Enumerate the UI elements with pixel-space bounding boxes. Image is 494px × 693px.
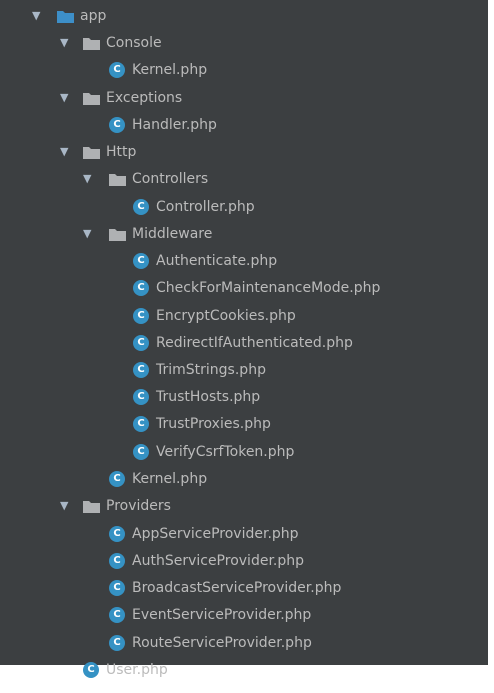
expanded-arrow-icon[interactable]: ▼ — [60, 37, 72, 49]
expanded-arrow-icon[interactable]: ▼ — [60, 92, 72, 104]
tree-label: Exceptions — [106, 90, 183, 106]
php-class-icon: C — [109, 635, 125, 651]
tree-label: User.php — [106, 662, 168, 678]
tree-file-handler[interactable]: C Handler.php — [0, 114, 488, 141]
expanded-arrow-icon[interactable]: ▼ — [60, 500, 72, 512]
tree-file-verify-csrf-token[interactable]: C VerifyCsrfToken.php — [0, 441, 488, 468]
tree-file-encrypt-cookies[interactable]: C EncryptCookies.php — [0, 305, 488, 332]
tree-label: AuthServiceProvider.php — [132, 553, 305, 569]
tree-label: EventServiceProvider.php — [132, 607, 312, 623]
tree-file-authenticate[interactable]: C Authenticate.php — [0, 250, 488, 277]
tree-label: Handler.php — [132, 117, 217, 133]
php-class-icon: C — [109, 117, 125, 133]
tree-file-trim-strings[interactable]: C TrimStrings.php — [0, 359, 488, 386]
tree-label: BroadcastServiceProvider.php — [132, 580, 342, 596]
tree-file-event-service-provider[interactable]: C EventServiceProvider.php — [0, 604, 488, 631]
tree-label: RedirectIfAuthenticated.php — [156, 335, 353, 351]
tree-node-exceptions[interactable]: ▼ Exceptions — [0, 87, 488, 114]
php-class-icon: C — [109, 471, 125, 487]
tree-file-route-service-provider[interactable]: C RouteServiceProvider.php — [0, 632, 488, 659]
tree-label: Kernel.php — [132, 471, 208, 487]
folder-icon — [109, 229, 126, 241]
php-class-icon: C — [133, 253, 149, 269]
folder-icon — [83, 93, 100, 105]
expanded-arrow-icon[interactable]: ▼ — [83, 228, 95, 240]
tree-label: TrimStrings.php — [156, 362, 266, 378]
tree-label: Middleware — [132, 226, 213, 242]
tree-file-app-service-provider[interactable]: C AppServiceProvider.php — [0, 523, 488, 550]
tree-file-controller[interactable]: C Controller.php — [0, 196, 488, 223]
tree-label: Authenticate.php — [156, 253, 278, 269]
tree-file-trust-hosts[interactable]: C TrustHosts.php — [0, 386, 488, 413]
tree-file-broadcast-service-provider[interactable]: C BroadcastServiceProvider.php — [0, 577, 488, 604]
tree-label: Http — [106, 144, 137, 160]
tree-label: app — [80, 8, 107, 24]
tree-label: AppServiceProvider.php — [132, 526, 299, 542]
expanded-arrow-icon[interactable]: ▼ — [32, 10, 44, 22]
php-class-icon: C — [109, 526, 125, 542]
tree-label: Controller.php — [156, 199, 255, 215]
tree-label: RouteServiceProvider.php — [132, 635, 312, 651]
tree-file-http-kernel[interactable]: C Kernel.php — [0, 468, 488, 495]
php-class-icon: C — [109, 62, 125, 78]
folder-icon — [83, 147, 100, 159]
tree-file-user[interactable]: C User.php — [0, 659, 488, 686]
php-class-icon: C — [133, 444, 149, 460]
folder-icon — [83, 501, 100, 513]
php-class-icon: C — [109, 553, 125, 569]
tree-file-redirect-if-authenticated[interactable]: C RedirectIfAuthenticated.php — [0, 332, 488, 359]
tree-label: Providers — [106, 498, 171, 514]
tree-file-trust-proxies[interactable]: C TrustProxies.php — [0, 413, 488, 440]
php-class-icon: C — [133, 362, 149, 378]
tree-node-app[interactable]: ▼ app — [0, 5, 488, 32]
tree-label: Console — [106, 35, 162, 51]
php-class-icon: C — [133, 280, 149, 296]
php-class-icon: C — [83, 662, 99, 678]
folder-icon — [109, 174, 126, 186]
tree-label: CheckForMaintenanceMode.php — [156, 280, 381, 296]
tree-node-middleware[interactable]: ▼ Middleware — [0, 223, 488, 250]
php-class-icon: C — [109, 580, 125, 596]
folder-icon — [57, 11, 74, 23]
tree-label: Kernel.php — [132, 62, 208, 78]
php-class-icon: C — [133, 416, 149, 432]
tree-label: Controllers — [132, 171, 209, 187]
php-class-icon: C — [133, 199, 149, 215]
tree-file-auth-service-provider[interactable]: C AuthServiceProvider.php — [0, 550, 488, 577]
tree-label: EncryptCookies.php — [156, 308, 296, 324]
php-class-icon: C — [133, 308, 149, 324]
tree-label: VerifyCsrfToken.php — [156, 444, 295, 460]
project-tree-panel: ▼ app ▼ Console C Kernel.php ▼ Exception… — [0, 0, 488, 678]
tree-node-providers[interactable]: ▼ Providers — [0, 495, 488, 522]
tree-file-check-for-maintenance-mode[interactable]: C CheckForMaintenanceMode.php — [0, 277, 488, 304]
tree-node-console[interactable]: ▼ Console — [0, 32, 488, 59]
php-class-icon: C — [133, 389, 149, 405]
folder-icon — [83, 38, 100, 50]
tree-label: TrustHosts.php — [156, 389, 261, 405]
tree-node-http[interactable]: ▼ Http — [0, 141, 488, 168]
tree-label: TrustProxies.php — [156, 416, 271, 432]
php-class-icon: C — [133, 335, 149, 351]
expanded-arrow-icon[interactable]: ▼ — [60, 146, 72, 158]
tree-file-console-kernel[interactable]: C Kernel.php — [0, 59, 488, 86]
php-class-icon: C — [109, 607, 125, 623]
tree-node-controllers[interactable]: ▼ Controllers — [0, 168, 488, 195]
expanded-arrow-icon[interactable]: ▼ — [83, 173, 95, 185]
